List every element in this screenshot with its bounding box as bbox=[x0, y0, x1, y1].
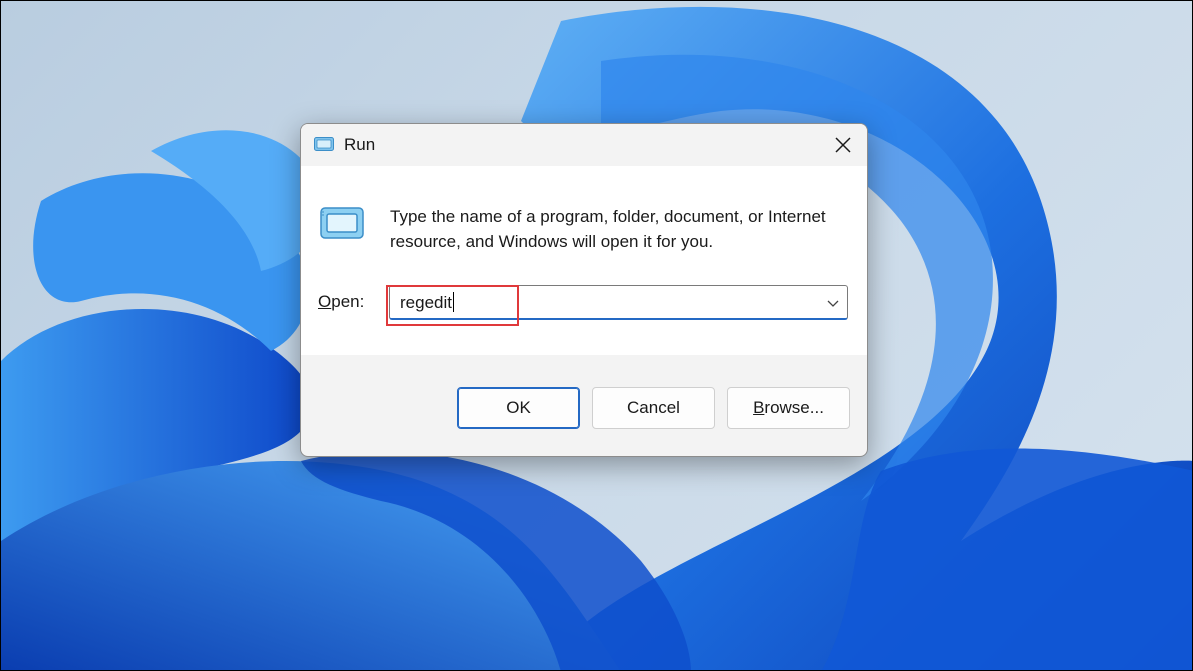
run-icon bbox=[314, 137, 334, 151]
browse-label-rest: rowse... bbox=[764, 398, 824, 417]
ok-button[interactable]: OK bbox=[457, 387, 580, 429]
run-program-icon bbox=[320, 207, 364, 239]
dialog-description: Type the name of a program, folder, docu… bbox=[390, 207, 826, 251]
close-icon bbox=[835, 137, 851, 153]
browse-button[interactable]: Browse... bbox=[727, 387, 850, 429]
open-input-value: regedit bbox=[400, 293, 452, 312]
cancel-button[interactable]: Cancel bbox=[592, 387, 715, 429]
text-caret bbox=[452, 292, 454, 312]
close-button[interactable] bbox=[819, 124, 867, 166]
dialog-title: Run bbox=[344, 135, 376, 154]
browse-accesskey: B bbox=[753, 398, 765, 417]
open-combobox[interactable]: regedit bbox=[389, 285, 848, 320]
open-label-accesskey: O bbox=[318, 292, 332, 311]
chevron-down-icon[interactable] bbox=[827, 296, 839, 308]
open-input[interactable]: regedit bbox=[400, 292, 454, 313]
open-label-text: pen: bbox=[331, 292, 365, 311]
title-bar[interactable]: Run bbox=[301, 124, 867, 166]
open-label: Open: bbox=[318, 292, 364, 312]
run-dialog: Run Type the name of a program, folder, … bbox=[300, 123, 868, 457]
dialog-content: Type the name of a program, folder, docu… bbox=[301, 166, 867, 355]
